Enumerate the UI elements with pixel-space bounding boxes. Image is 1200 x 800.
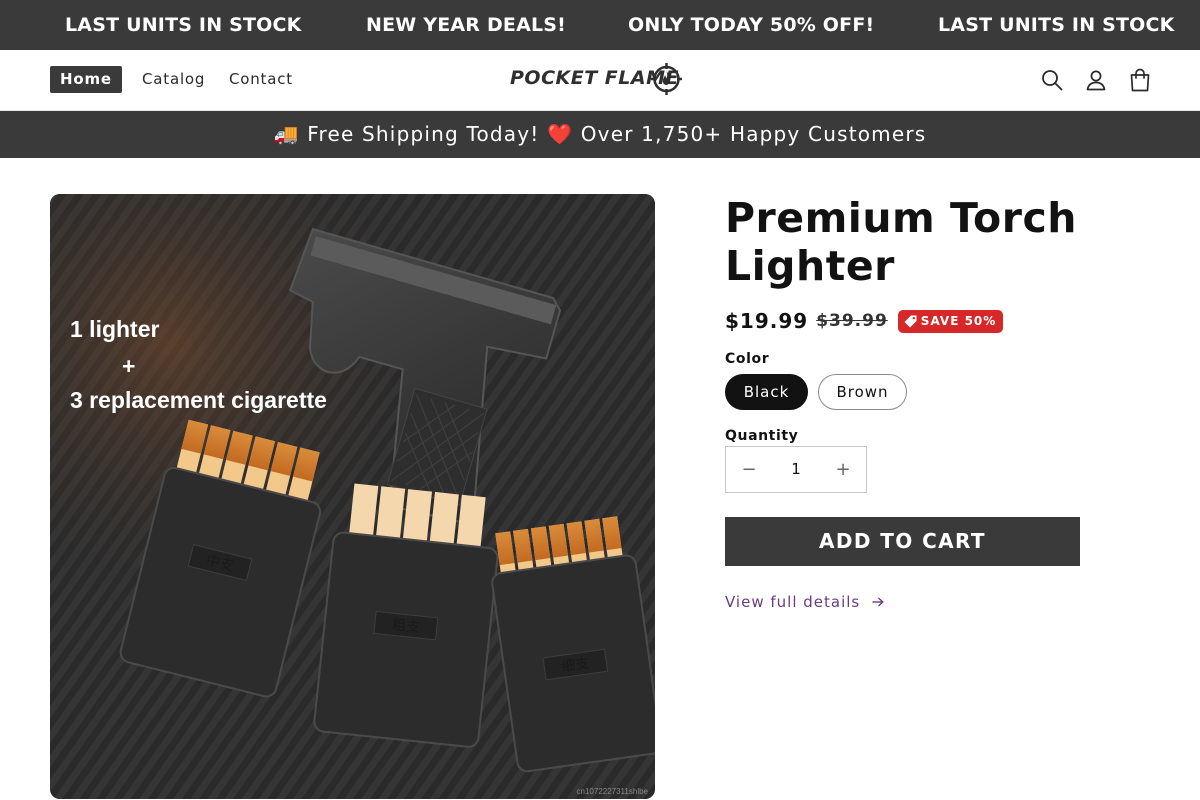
compare-price: $39.99 [816, 311, 888, 331]
nav-home[interactable]: Home [50, 66, 122, 93]
image-caption-line3: 3 replacement cigarette [70, 387, 327, 413]
add-to-cart-button[interactable]: ADD TO CART [725, 517, 1080, 566]
nav-catalog[interactable]: Catalog [142, 66, 205, 93]
sale-price: $19.99 [725, 309, 809, 333]
account-icon[interactable] [1083, 66, 1109, 94]
image-caption-line2: + [122, 353, 135, 379]
tag-icon [904, 315, 917, 327]
quantity-label: Quantity [725, 428, 799, 444]
color-label: Color [725, 351, 770, 367]
arrow-right-icon [872, 597, 885, 607]
announcement-item: NEW YEAR DEALS! [366, 14, 567, 36]
cart-icon[interactable] [1127, 66, 1153, 94]
announcement-bar: LAST UNITS IN STOCK NEW YEAR DEALS! ONLY… [0, 0, 1200, 50]
quantity-decrease-button[interactable]: − [726, 447, 772, 492]
quantity-increase-button[interactable]: + [820, 447, 866, 492]
image-caption-line1: 1 lighter [70, 316, 160, 342]
view-full-details-link[interactable]: View full details [725, 591, 885, 613]
image-watermark: cn1072227311shlbe [577, 787, 649, 796]
search-icon[interactable] [1039, 66, 1065, 94]
product-photo: 中支 粗支 细支 1 lighter + 3 replacement cigar… [50, 194, 655, 799]
announcement-item: LAST UNITS IN STOCK [65, 14, 302, 36]
shipping-banner: 🚚 Free Shipping Today! ❤️ Over 1,750+ Ha… [0, 111, 1200, 158]
view-full-details-label: View full details [725, 593, 861, 611]
quantity-input[interactable]: 1 [772, 447, 820, 492]
announcement-item: LAST UNITS IN STOCK [938, 14, 1175, 36]
price-row: $19.99 $39.99 SAVE 50% [725, 307, 1004, 335]
nav-contact[interactable]: Contact [229, 66, 293, 93]
color-option-black[interactable]: Black [725, 374, 808, 410]
sale-badge-text: SAVE 50% [920, 313, 997, 328]
sale-badge: SAVE 50% [897, 309, 1004, 333]
color-option-brown[interactable]: Brown [818, 374, 907, 410]
flame-target-icon [651, 63, 682, 95]
product-image[interactable]: 中支 粗支 细支 1 lighter + 3 replacement cigar… [50, 194, 655, 799]
announcement-item: ONLY TODAY 50% OFF! [628, 14, 875, 36]
quantity-stepper: − 1 + [725, 446, 867, 493]
product-title: Premium Torch Lighter [725, 194, 1077, 290]
site-header: Home Catalog Contact POCKET FLAME [0, 50, 1200, 111]
site-logo[interactable]: POCKET FLAME [510, 62, 685, 98]
case-label: 粗支 [391, 617, 421, 636]
